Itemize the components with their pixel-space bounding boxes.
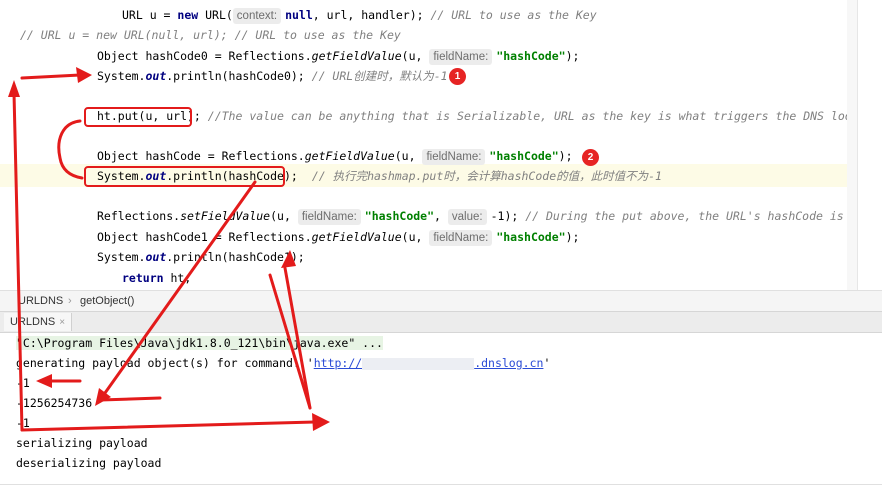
- close-icon[interactable]: ×: [59, 317, 65, 328]
- console-output-line: serializing payload: [16, 436, 148, 450]
- code-line-4: System.out.println(hashCode0); // URL创建时…: [97, 69, 448, 83]
- breadcrumb-separator: ›: [68, 295, 72, 307]
- annotation-badge-1: 1: [449, 68, 466, 85]
- breadcrumb-method[interactable]: getObject(): [80, 291, 134, 311]
- code-line-2: // URL u = new URL(null, url); // URL to…: [20, 28, 401, 42]
- code-editor[interactable]: URL u = new URL(context: null, url, handl…: [0, 0, 858, 290]
- run-tool-window-tabs: URLDNS ×: [0, 311, 882, 333]
- param-hint-fieldname: fieldName:: [422, 149, 486, 165]
- code-line-8: Reflections.setFieldValue(u, fieldName: "…: [97, 209, 858, 225]
- code-line-1: URL u = new URL(context: null, url, handl…: [122, 8, 597, 24]
- annotation-box-put: [84, 107, 192, 127]
- code-line-10: System.out.println(hashCode1);: [97, 250, 305, 264]
- code-line-3: Object hashCode0 = Reflections.getFieldV…: [97, 49, 580, 65]
- editor-scrollbar[interactable]: [847, 0, 857, 290]
- console-output-line: -1: [16, 376, 30, 390]
- param-hint-fieldname: fieldName:: [297, 209, 361, 225]
- console-bottom-divider: [0, 484, 882, 485]
- redacted-domain: [362, 357, 475, 370]
- console-output-line: -1: [16, 416, 30, 430]
- console-output-line: deserializing payload: [16, 456, 162, 470]
- code-line-5: ht.put(u, url); //The value can be anyth…: [97, 109, 858, 123]
- tab-urldns[interactable]: URLDNS ×: [4, 313, 73, 331]
- param-hint-value: value:: [447, 209, 487, 225]
- breadcrumb: URLDNS › getObject(): [0, 290, 882, 311]
- console-line-generating: generating payload object(s) for command…: [16, 356, 551, 370]
- console-command-line: "C:\Program Files\Java\jdk1.8.0_121\bin\…: [16, 336, 383, 350]
- annotation-badge-2: 2: [582, 149, 599, 166]
- param-hint-context: context:: [232, 8, 282, 24]
- console-output-line: -1256254736: [16, 396, 93, 410]
- param-hint-fieldname: fieldName:: [429, 230, 493, 246]
- dnslog-link[interactable]: http://.dnslog.cn: [314, 356, 544, 370]
- breadcrumb-class[interactable]: URLDNS: [18, 291, 63, 311]
- param-hint-fieldname: fieldName:: [429, 49, 493, 65]
- code-line-6: Object hashCode = Reflections.getFieldVa…: [97, 149, 573, 165]
- annotation-box-println: [84, 166, 285, 187]
- code-line-11: return ht;: [122, 271, 192, 285]
- run-console[interactable]: "C:\Program Files\Java\jdk1.8.0_121\bin\…: [0, 333, 882, 491]
- code-line-9: Object hashCode1 = Reflections.getFieldV…: [97, 230, 580, 246]
